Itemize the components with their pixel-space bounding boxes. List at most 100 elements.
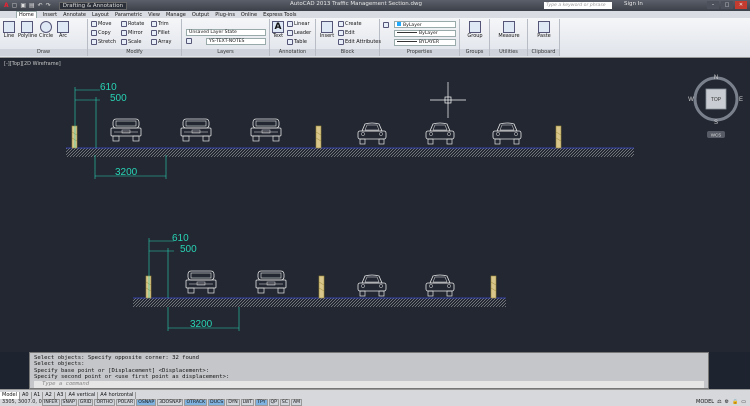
compass-south[interactable]: S — [714, 120, 718, 126]
paste-tool[interactable]: Paste — [530, 21, 558, 39]
scale-tool[interactable]: Scale — [121, 39, 141, 45]
toggle-lwt[interactable]: LWT — [240, 399, 255, 406]
redo-icon[interactable]: ↷ — [46, 2, 51, 9]
create-block-tool[interactable]: Create — [338, 21, 362, 27]
fillet-tool[interactable]: Fillet — [151, 30, 170, 36]
polyline-tool[interactable]: Polyline — [18, 21, 37, 39]
toggle-3dosnap[interactable]: 3DOSNAP — [157, 399, 184, 406]
circle-tool[interactable]: Circle — [39, 21, 53, 39]
layout-tab-a4-vertical[interactable]: A4 vertical — [66, 392, 99, 399]
color-dropdown[interactable]: ByLayer — [394, 21, 456, 28]
toggle-infer[interactable]: INFER — [42, 399, 60, 406]
toggle-snap[interactable]: SNAP — [60, 399, 77, 406]
tab-home[interactable]: Home — [16, 11, 37, 18]
copy-tool[interactable]: Copy — [91, 30, 111, 36]
layer-properties-icon[interactable] — [186, 38, 192, 44]
coordinate-readout[interactable]: 3305, 3007.0, 0 — [2, 399, 42, 405]
line-tool[interactable]: Line — [2, 21, 16, 39]
toggle-qp[interactable]: QP — [268, 399, 279, 406]
drawing-canvas[interactable]: 610 500 3200 610 500 3200 TOP N S E W WC… — [0, 59, 750, 352]
drawing-viewport[interactable]: [-][Top][2D Wireframe] 610 500 3200 610 … — [0, 59, 750, 352]
block-panel-label[interactable]: Block — [316, 49, 379, 56]
leader-tool[interactable]: Leader — [287, 30, 311, 36]
workspace-dropdown[interactable]: Drafting & Annotation — [58, 1, 128, 10]
fullscreen-icon[interactable]: ▭ — [741, 399, 746, 405]
insert-tool[interactable]: Insert — [318, 21, 336, 39]
save-icon[interactable]: ▤ — [29, 2, 35, 9]
app-menu-icon[interactable]: A — [4, 2, 9, 9]
compass-north[interactable]: N — [714, 75, 718, 81]
section-top[interactable]: 610 500 3200 — [66, 82, 634, 179]
new-icon[interactable]: ▢ — [12, 2, 18, 9]
arc-tool[interactable]: Arc — [56, 21, 70, 39]
maximize-button[interactable]: □ — [721, 1, 733, 9]
viewcube[interactable]: TOP N S E W WCS — [688, 75, 743, 138]
lineweight-dropdown[interactable]: BYLAYER — [394, 39, 456, 46]
toggle-ortho[interactable]: ORTHO — [94, 399, 115, 406]
lock-icon[interactable]: 🔒 — [732, 399, 738, 405]
layout-tab-a1[interactable]: A1 — [32, 392, 44, 399]
edit-block-tool[interactable]: Edit — [338, 30, 355, 36]
linear-tool[interactable]: Linear — [287, 21, 310, 27]
signin-link[interactable]: Sign In — [624, 1, 643, 7]
layout-tab-a0[interactable]: A0 — [20, 392, 32, 399]
model-space-indicator[interactable]: MODEL — [696, 399, 714, 405]
layout-tab-a2[interactable]: A2 — [43, 392, 55, 399]
table-tool[interactable]: Table — [287, 39, 307, 45]
tab-insert[interactable]: Insert — [43, 12, 57, 18]
linetype-dropdown[interactable]: ByLayer — [394, 30, 456, 37]
tab-output[interactable]: Output — [192, 12, 209, 18]
tab-plugins[interactable]: Plug-ins — [215, 12, 235, 18]
toggle-ducs[interactable]: DUCS — [208, 399, 226, 406]
layer-dropdown[interactable]: YS-TEXT-NOTES — [206, 38, 266, 45]
layout-tab-a3[interactable]: A3 — [55, 392, 67, 399]
search-input[interactable]: Type a keyword or phrase — [544, 1, 612, 9]
layer-state-dropdown[interactable]: Unsaved Layer State — [186, 29, 266, 36]
group-tool[interactable]: Group — [462, 21, 488, 39]
mirror-tool[interactable]: Mirror — [121, 30, 143, 36]
match-properties-icon[interactable] — [383, 22, 389, 28]
toggle-osnap[interactable]: OSNAP — [136, 399, 157, 406]
edit-attributes-tool[interactable]: Edit Attributes — [338, 39, 381, 45]
tab-annotate[interactable]: Annotate — [63, 12, 86, 18]
toggle-otrack[interactable]: OTRACK — [184, 399, 208, 406]
array-tool[interactable]: Array — [151, 39, 171, 45]
toggle-dyn[interactable]: DYN — [226, 399, 240, 406]
annotation-panel-label[interactable]: Annotation — [270, 49, 315, 56]
draw-panel-label[interactable]: Draw — [0, 49, 87, 56]
trim-tool[interactable]: Trim — [151, 21, 169, 27]
toggle-sc[interactable]: SC — [279, 399, 291, 406]
compass-west[interactable]: W — [688, 97, 694, 103]
move-tool[interactable]: Move — [91, 21, 111, 27]
groups-panel-label[interactable]: Groups — [460, 49, 489, 56]
minimize-button[interactable]: – — [707, 1, 719, 9]
workspace-switch-icon[interactable]: ⚙ — [725, 399, 729, 405]
properties-panel-label[interactable]: Properties — [380, 49, 459, 56]
open-icon[interactable]: ▣ — [20, 2, 26, 9]
rotate-tool[interactable]: Rotate — [121, 21, 144, 27]
toggle-tpy[interactable]: TPY — [255, 399, 268, 406]
tab-express-tools[interactable]: Express Tools — [263, 12, 296, 18]
toggle-polar[interactable]: POLAR — [115, 399, 136, 406]
layout-tab-model[interactable]: Model — [0, 392, 21, 399]
close-button[interactable]: ✕ — [735, 1, 747, 9]
layers-panel-label[interactable]: Layers — [182, 49, 269, 56]
tab-online[interactable]: Online — [241, 12, 257, 18]
measure-tool[interactable]: Measure — [492, 21, 526, 39]
command-input[interactable]: Type a command — [34, 381, 704, 389]
utilities-panel-label[interactable]: Utilities — [490, 49, 527, 56]
tab-parametric[interactable]: Parametric — [115, 12, 142, 18]
stretch-tool[interactable]: Stretch — [91, 39, 116, 45]
layout-tab-a4-horizontal[interactable]: A4 horizontal — [98, 392, 137, 399]
toggle-am[interactable]: AM — [291, 399, 303, 406]
section-bottom[interactable]: 610 500 3200 — [133, 233, 506, 331]
clipboard-panel-label[interactable]: Clipboard — [528, 49, 559, 56]
tab-manage[interactable]: Manage — [166, 12, 186, 18]
text-tool[interactable]: A Text — [271, 21, 285, 39]
tab-layout[interactable]: Layout — [92, 12, 109, 18]
annotation-scale-icon[interactable]: ⚖ — [717, 399, 721, 405]
undo-icon[interactable]: ↶ — [38, 2, 43, 9]
modify-panel-label[interactable]: Modify — [88, 49, 181, 56]
tab-view[interactable]: View — [148, 12, 160, 18]
toggle-grid[interactable]: GRID — [77, 399, 94, 406]
